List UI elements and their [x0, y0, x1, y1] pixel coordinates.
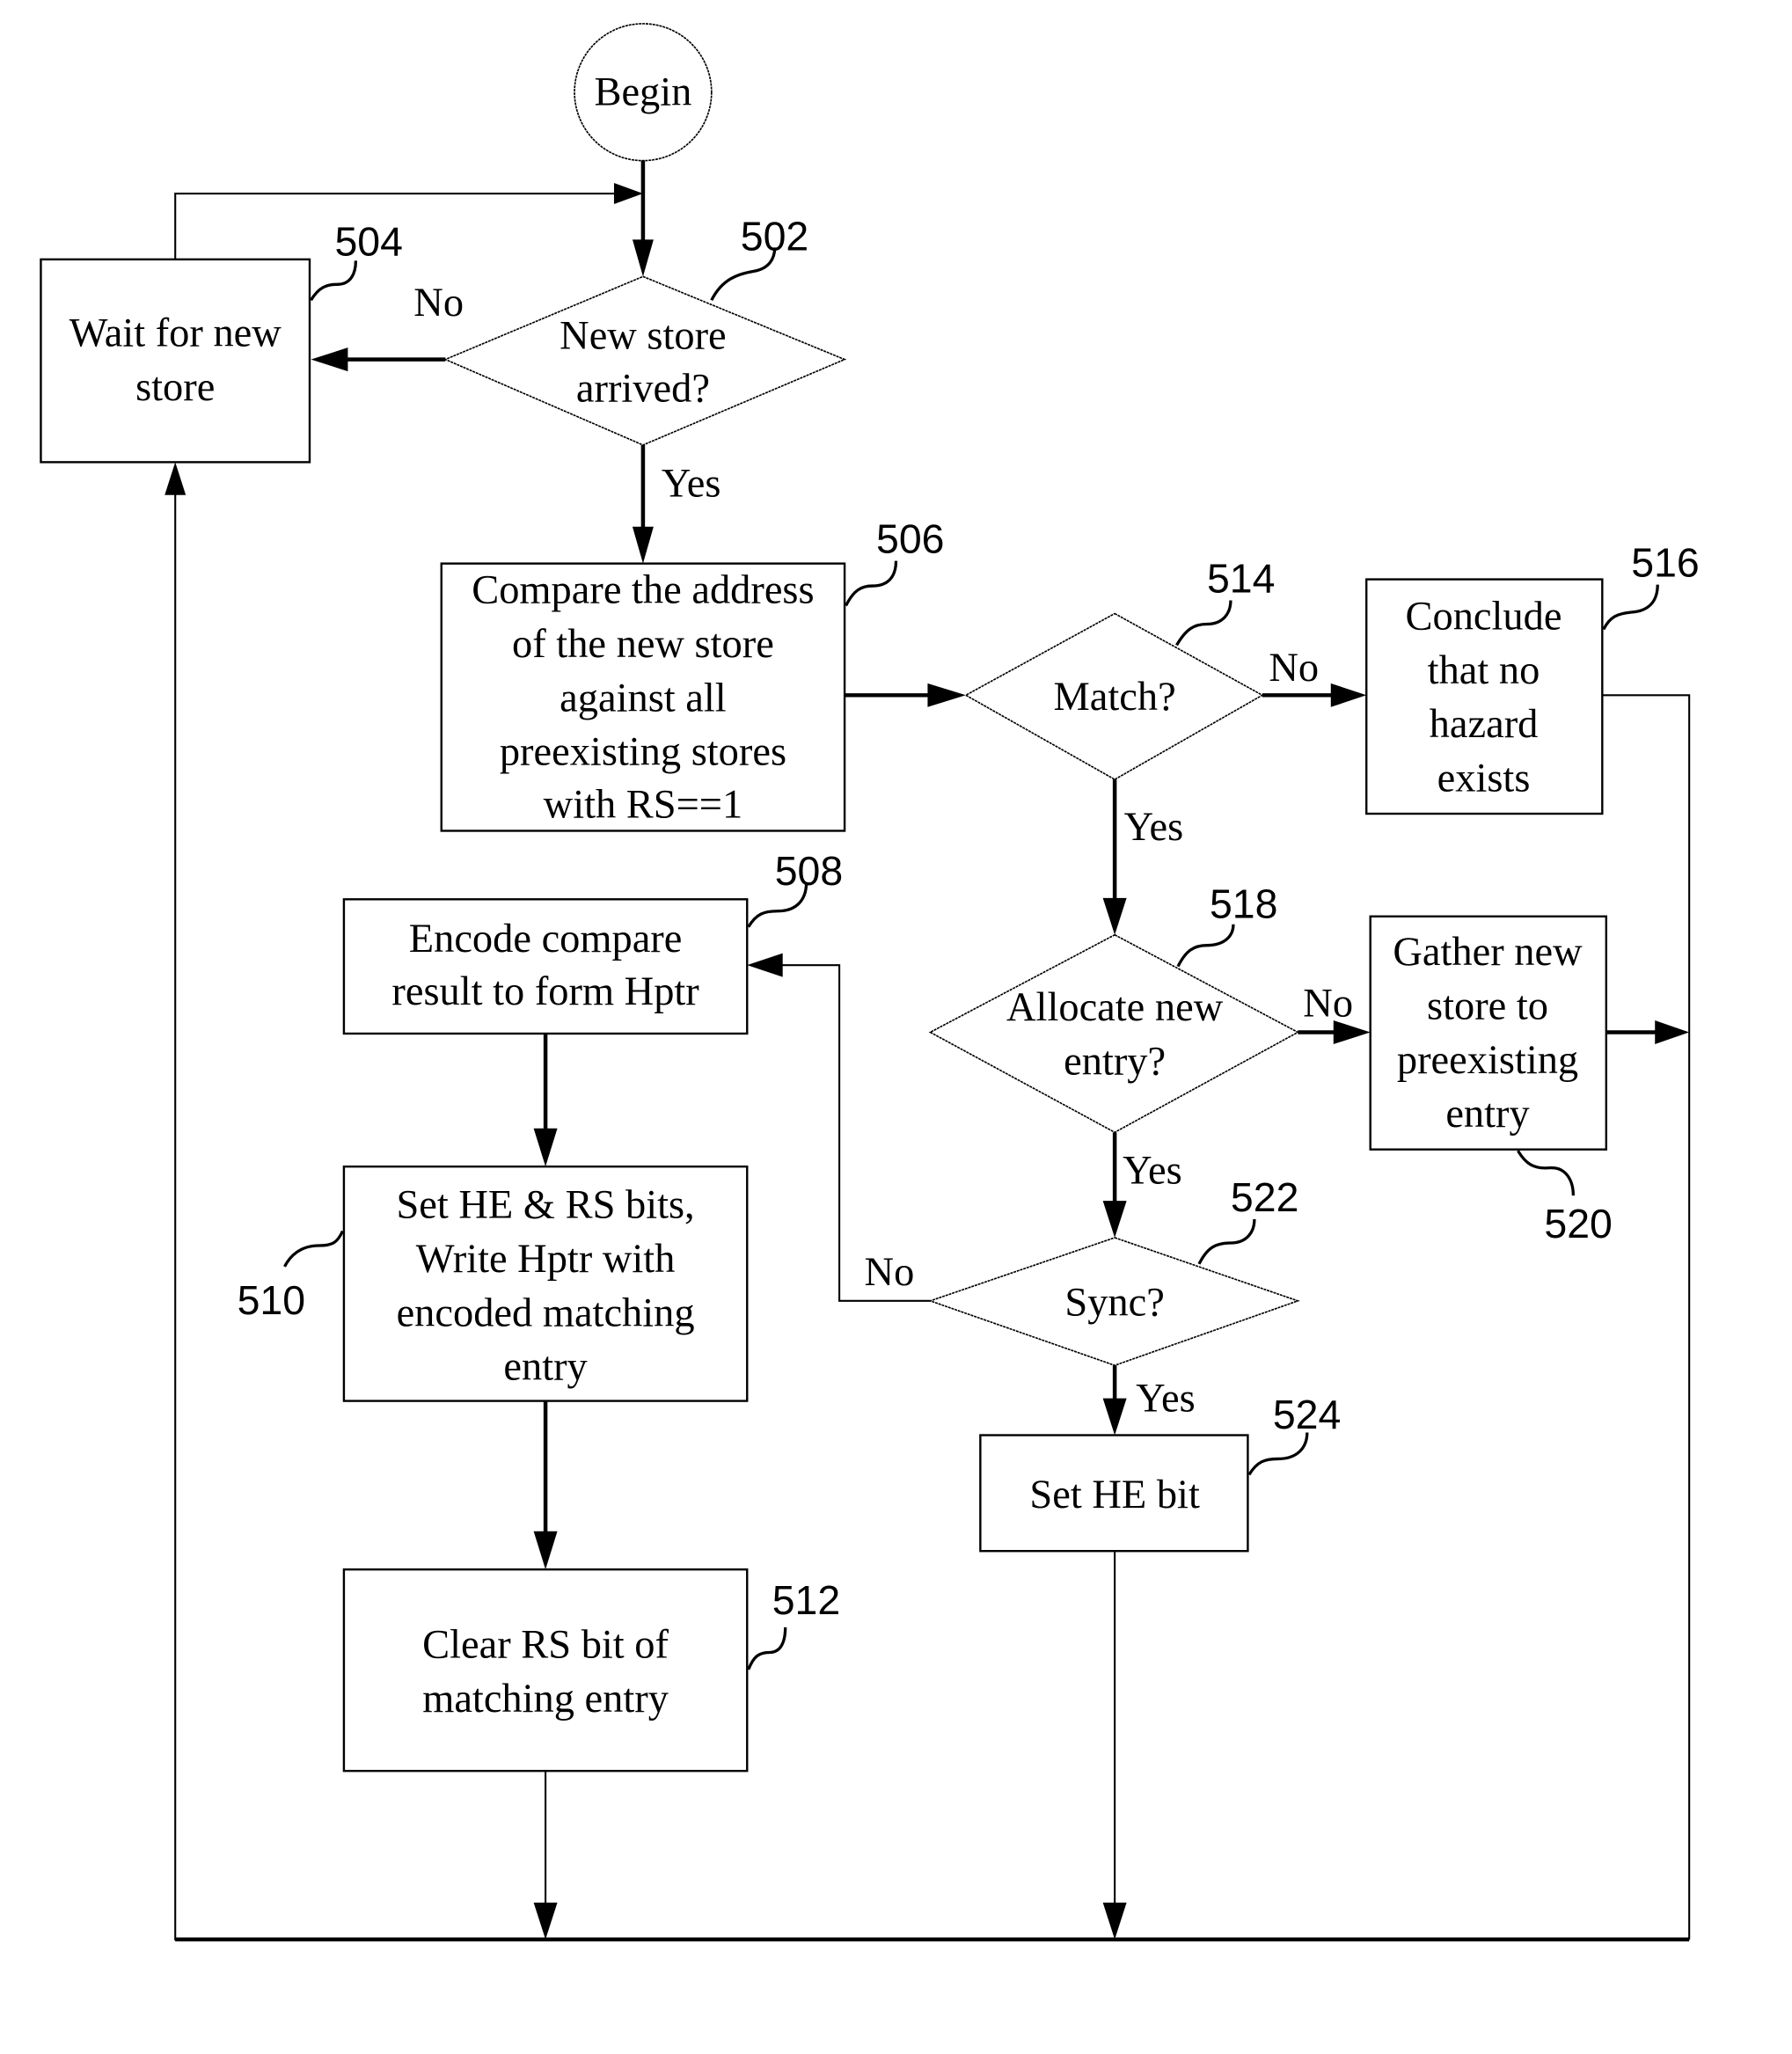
- arrowhead: [632, 526, 654, 564]
- decision-518-line-2: entry?: [1064, 1039, 1166, 1084]
- process-520-gather-new-store: Gather new store to preexisting entry 52…: [1369, 915, 1613, 1246]
- process-506-line-2: of the new store: [512, 622, 774, 667]
- ref-518: 518: [1210, 881, 1277, 926]
- arrowhead: [533, 1531, 558, 1570]
- process-506-line-5: with RS==1: [544, 783, 742, 828]
- process-510-line-2: Write Hptr with: [416, 1237, 676, 1282]
- ref-512: 512: [772, 1577, 840, 1623]
- ref-508: 508: [775, 848, 843, 894]
- label-502-no: No: [413, 281, 464, 325]
- process-508-encode-compare-result: Encode compare result to form Hptr 508: [342, 848, 843, 1035]
- label-502-yes: Yes: [662, 461, 721, 506]
- arrowhead: [311, 347, 348, 372]
- process-510-line-3: encoded matching: [397, 1290, 695, 1335]
- decision-502-line-2: arrived?: [576, 367, 710, 412]
- process-508-line-2: result to form Hptr: [391, 969, 699, 1014]
- process-520-line-3: preexisting: [1397, 1038, 1578, 1083]
- process-520-line-4: entry: [1445, 1092, 1530, 1137]
- flowchart: Begin New store arrived? 502 Wait for ne…: [40, 23, 1700, 1942]
- process-512-line-2: matching entry: [422, 1677, 669, 1721]
- process-512-clear-rs-bit: Clear RS bit of matching entry 512: [342, 1568, 840, 1773]
- decision-514-line-1: Match?: [1054, 675, 1176, 720]
- arrowhead: [165, 462, 187, 495]
- process-520-line-2: store to: [1427, 984, 1548, 1029]
- label-522-yes: Yes: [1136, 1377, 1196, 1422]
- arrowhead: [1655, 1020, 1690, 1044]
- process-506-compare-address: Compare the address of the new store aga…: [440, 516, 944, 832]
- label-514-yes: Yes: [1124, 805, 1184, 850]
- ref-516: 516: [1631, 540, 1699, 586]
- process-516-line-2: that no: [1428, 648, 1540, 693]
- ref-520: 520: [1544, 1201, 1612, 1246]
- label-522-no: No: [865, 1250, 915, 1295]
- process-510-set-he-rs-bits: Set HE & RS bits, Write Hptr with encode…: [238, 1165, 749, 1402]
- arrowhead: [1102, 1201, 1127, 1238]
- process-506-line-1: Compare the address: [472, 568, 814, 613]
- ref-514: 514: [1207, 556, 1275, 602]
- ref-504: 504: [334, 218, 402, 264]
- process-516-line-1: Conclude: [1406, 594, 1562, 639]
- process-520-line-1: Gather new: [1393, 930, 1583, 975]
- process-506-line-3: against all: [560, 676, 727, 720]
- arrowhead: [613, 183, 643, 205]
- process-506-line-4: preexisting stores: [500, 730, 786, 775]
- decision-518-line-1: Allocate new: [1006, 985, 1224, 1030]
- process-512-line-1: Clear RS bit of: [422, 1622, 669, 1667]
- ref-502: 502: [741, 213, 808, 259]
- arrowhead: [1102, 897, 1127, 935]
- process-516-conclude-no-hazard: Conclude that no hazard exists 516: [1365, 540, 1700, 815]
- label-518-yes: Yes: [1123, 1149, 1182, 1194]
- arrowhead: [1102, 1398, 1127, 1436]
- arrowhead: [927, 683, 966, 707]
- process-504-wait-for-new-store: Wait for new store 504: [40, 218, 403, 464]
- ref-522: 522: [1231, 1174, 1298, 1220]
- arrowhead: [533, 1902, 558, 1940]
- ref-506: 506: [876, 516, 944, 562]
- edge-516-rail: [1602, 694, 1691, 1940]
- label-514-no: No: [1269, 646, 1319, 691]
- arrowhead: [1330, 683, 1367, 707]
- arrowhead: [533, 1128, 558, 1167]
- process-510-line-1: Set HE & RS bits,: [396, 1183, 694, 1228]
- label-518-no: No: [1303, 982, 1353, 1027]
- arrowhead: [632, 239, 654, 277]
- decision-514-match: Match? 514: [964, 556, 1275, 781]
- ref-510: 510: [238, 1277, 305, 1323]
- process-504-line-2: store: [135, 365, 215, 410]
- process-504-line-1: Wait for new: [69, 311, 282, 356]
- arrowhead: [747, 953, 783, 977]
- process-516-line-3: hazard: [1430, 702, 1539, 747]
- process-516-line-4: exists: [1437, 757, 1531, 801]
- begin-label: Begin: [594, 70, 691, 115]
- arrowhead: [1102, 1902, 1127, 1940]
- process-510-line-4: entry: [503, 1345, 588, 1390]
- process-524-line-1: Set HE bit: [1029, 1473, 1200, 1517]
- decision-522-line-1: Sync?: [1064, 1280, 1164, 1325]
- ref-524: 524: [1273, 1392, 1341, 1437]
- decision-502-line-1: New store: [560, 314, 727, 359]
- process-508-line-1: Encode compare: [409, 917, 683, 961]
- begin-terminator: Begin: [574, 23, 713, 162]
